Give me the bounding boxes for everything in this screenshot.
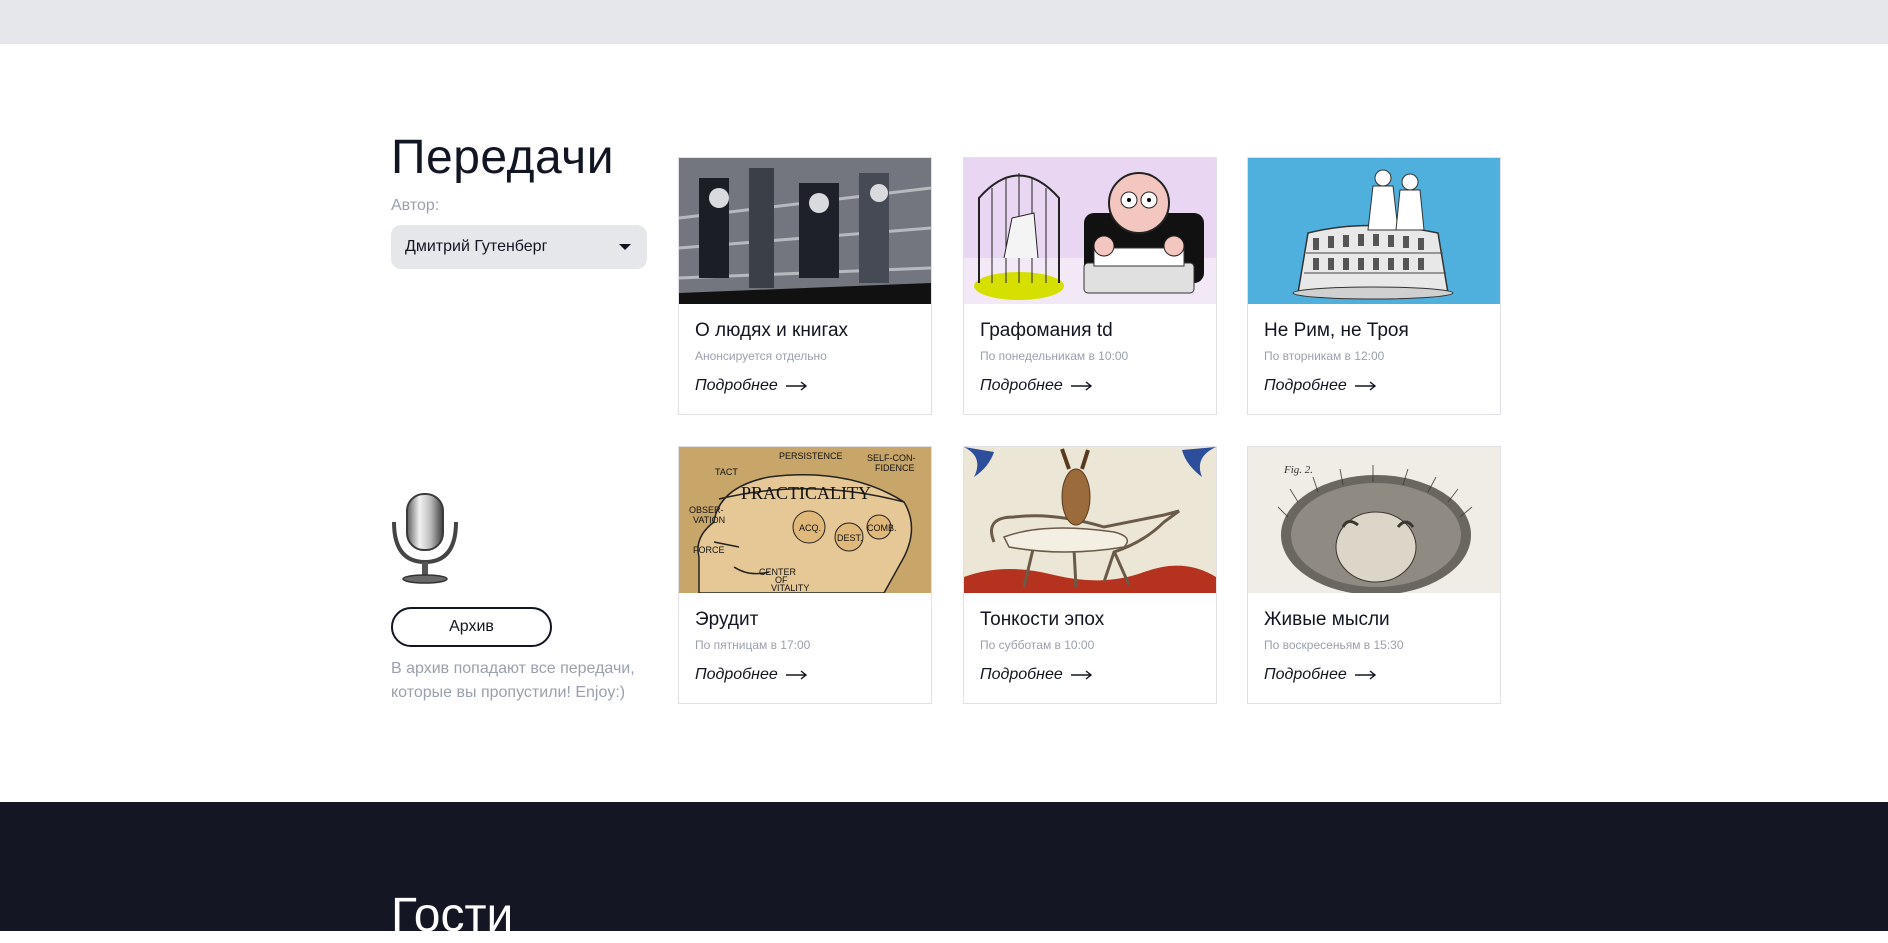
hedgehog-caption: Fig. 2. — [1283, 464, 1313, 476]
card-title: Графомания td — [980, 320, 1113, 341]
card-image-phrenology: PRACTICALITY TACT PERSISTENCE SELF-CON- … — [679, 447, 931, 593]
card-title: Тонкости эпох — [980, 609, 1105, 630]
card-more-link[interactable]: Подробнее — [1264, 666, 1377, 684]
card-more-link[interactable]: Подробнее — [1264, 377, 1377, 395]
card-image-colosseum — [1248, 158, 1500, 304]
top-bar — [0, 0, 1888, 44]
phrenology-label: COMB. — [867, 523, 897, 533]
card-schedule: По субботам в 10:00 — [980, 638, 1095, 652]
phrenology-label: DEST. — [837, 533, 863, 543]
phrenology-main-text: PRACTICALITY — [741, 483, 871, 503]
author-filter-label: Автор: — [391, 197, 440, 214]
show-card[interactable]: Не Рим, не Троя По вторникам в 12:00 Под… — [1247, 157, 1501, 415]
card-more-link[interactable]: Подробнее — [695, 377, 808, 395]
arrow-right-icon — [1354, 670, 1376, 680]
card-more-label: Подробнее — [695, 377, 778, 394]
card-title: Не Рим, не Троя — [1264, 320, 1409, 341]
card-image-medieval-hare — [964, 447, 1216, 593]
microphone-icon — [392, 493, 458, 584]
show-card[interactable]: Графомания td По понедельникам в 10:00 П… — [963, 157, 1217, 415]
arrow-right-icon — [1070, 381, 1092, 391]
arrow-right-icon — [1354, 381, 1376, 391]
author-select-value: Дмитрий Гутенберг — [405, 238, 548, 255]
phrenology-label: SELF-CON- — [867, 453, 916, 463]
show-card[interactable]: Fig. 2. Живые мысли По воскресеньям в 15… — [1247, 446, 1501, 704]
card-more-link[interactable]: Подробнее — [980, 377, 1093, 395]
card-image-writer-cartoon — [964, 158, 1216, 304]
show-card[interactable]: PRACTICALITY TACT PERSISTENCE SELF-CON- … — [678, 446, 932, 704]
guests-title: Гости — [391, 889, 514, 942]
phrenology-label: PERSISTENCE — [779, 451, 843, 461]
phrenology-label: VITALITY — [771, 583, 809, 593]
card-title: Эрудит — [695, 609, 759, 630]
phrenology-label: FIDENCE — [875, 463, 915, 473]
card-schedule: По вторникам в 12:00 — [1264, 349, 1385, 363]
card-schedule: По понедельникам в 10:00 — [980, 349, 1129, 363]
card-image-hedgehog: Fig. 2. — [1248, 447, 1500, 593]
card-more-link[interactable]: Подробнее — [980, 666, 1093, 684]
card-schedule: По воскресеньям в 15:30 — [1264, 638, 1404, 652]
phrenology-label: ACQ. — [799, 523, 821, 533]
phrenology-label: TACT — [715, 467, 738, 477]
author-select[interactable]: Дмитрий Гутенберг — [391, 225, 647, 269]
archive-note: В архив попадают все передачи, которые в… — [391, 660, 635, 701]
card-schedule: По пятницам в 17:00 — [695, 638, 811, 652]
page-title: Передачи — [391, 131, 614, 184]
card-more-label: Подробнее — [1264, 666, 1347, 683]
phrenology-label: OBSER- — [689, 505, 724, 515]
phrenology-label: VATION — [693, 515, 725, 525]
card-title: О людях и книгах — [695, 320, 849, 341]
footer-section — [0, 802, 1888, 931]
phrenology-label: FORCE — [693, 545, 725, 555]
arrow-right-icon — [785, 381, 807, 391]
card-more-label: Подробнее — [980, 377, 1063, 394]
card-more-label: Подробнее — [1264, 377, 1347, 394]
card-more-link[interactable]: Подробнее — [695, 666, 808, 684]
card-title: Живые мысли — [1264, 609, 1390, 630]
card-image-printing-house — [679, 158, 931, 304]
arrow-right-icon — [785, 670, 807, 680]
card-more-label: Подробнее — [695, 666, 778, 683]
arrow-right-icon — [1070, 670, 1092, 680]
show-card[interactable]: О людях и книгах Анонсируется отдельно П… — [678, 157, 932, 415]
card-schedule: Анонсируется отдельно — [695, 349, 827, 363]
caret-down-icon — [619, 244, 631, 250]
show-card[interactable]: Тонкости эпох По субботам в 10:00 Подроб… — [963, 446, 1217, 704]
archive-button[interactable]: Архив — [391, 607, 552, 647]
card-more-label: Подробнее — [980, 666, 1063, 683]
